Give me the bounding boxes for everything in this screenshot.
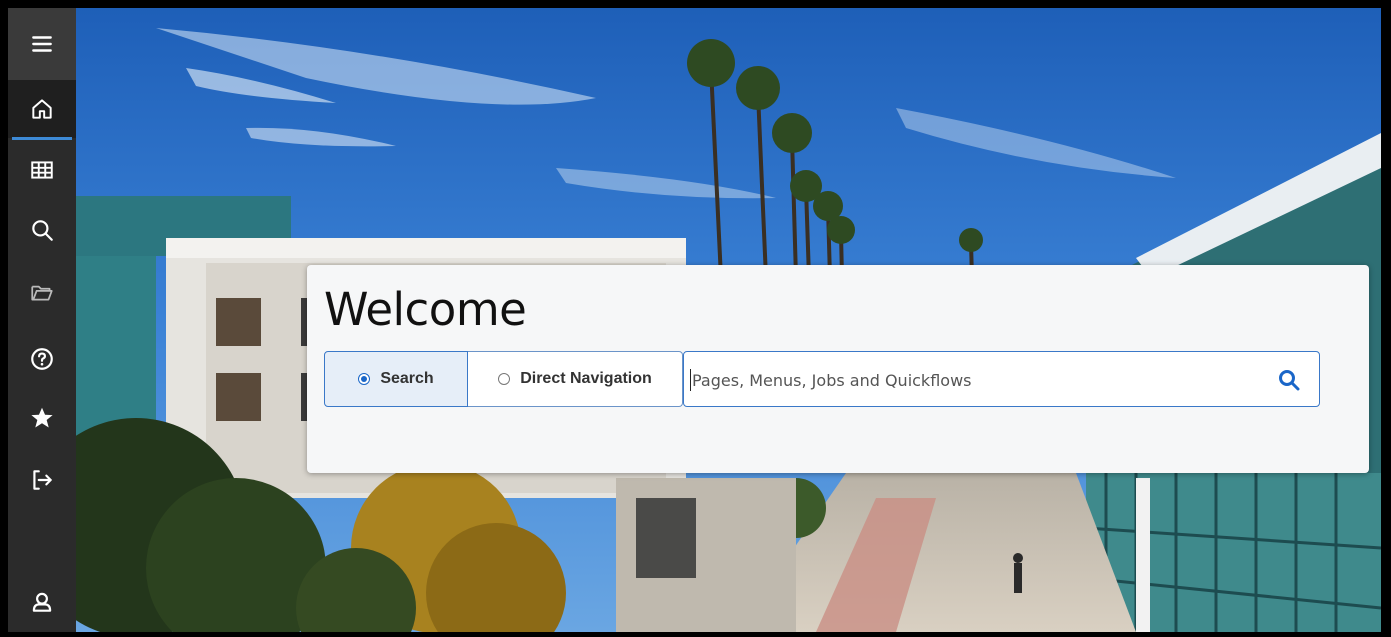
search-mode-label: Search — [380, 370, 434, 387]
sidebar-item-home[interactable] — [8, 80, 76, 140]
star-icon — [31, 407, 53, 428]
text-caret — [690, 369, 691, 391]
folder-icon — [31, 285, 53, 301]
sidebar-item-applications[interactable] — [8, 141, 76, 199]
screen-frame: Welcome Search Direct Navigation — [0, 0, 1391, 637]
search-input[interactable] — [690, 360, 1254, 400]
sidebar — [8, 8, 76, 632]
sidebar-item-documents[interactable] — [8, 263, 76, 321]
search-icon — [32, 220, 53, 241]
search-mode-toggle: Search Direct Navigation — [324, 351, 683, 407]
sidebar-item-help[interactable] — [8, 330, 76, 388]
app-window: Welcome Search Direct Navigation — [8, 8, 1381, 632]
sidebar-item-sign-out[interactable] — [8, 451, 76, 509]
direct-navigation-label: Direct Navigation — [520, 370, 652, 387]
sidebar-item-search[interactable] — [8, 201, 76, 259]
search-mode-radio[interactable] — [358, 373, 371, 385]
menu-icon — [32, 36, 52, 52]
sign-out-icon — [33, 470, 52, 490]
search-icon — [1279, 370, 1300, 391]
search-mode-option[interactable]: Search — [324, 351, 468, 407]
sidebar-item-favorites[interactable] — [8, 389, 76, 447]
menu-button[interactable] — [8, 8, 76, 80]
help-icon — [31, 348, 53, 370]
welcome-card: Welcome Search Direct Navigation — [307, 265, 1369, 473]
home-icon — [32, 99, 52, 119]
grid-icon — [31, 161, 53, 179]
welcome-title: Welcome — [324, 283, 527, 336]
search-button[interactable] — [1275, 366, 1303, 394]
direct-navigation-radio[interactable] — [498, 373, 511, 385]
user-icon — [32, 592, 52, 612]
sidebar-item-profile[interactable] — [8, 573, 76, 631]
direct-navigation-option[interactable]: Direct Navigation — [468, 351, 683, 407]
search-field — [683, 351, 1320, 407]
